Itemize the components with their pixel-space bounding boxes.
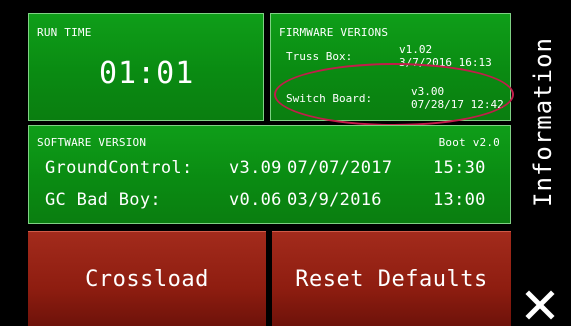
gcbb-date: 03/9/2016 [287,190,382,210]
software-label: SOFTWARE VERSION [37,136,147,149]
run-time-panel: RUN TIME 01:01 [28,13,264,121]
information-title: Information [529,37,557,207]
switch-board-highlight-ring [274,63,514,126]
gc-time: 15:30 [433,158,486,178]
truss-box-version: v1.02 [399,43,433,56]
close-icon-graphic [525,290,555,320]
gc-version: v3.09 [229,158,282,178]
run-time-label: RUN TIME [37,26,92,39]
run-time-value: 01:01 [99,56,195,91]
gc-name: GroundControl: [45,158,193,178]
software-panel: SOFTWARE VERSION Boot v2.0 GroundControl… [28,125,511,224]
reset-defaults-button[interactable]: Reset Defaults [272,231,511,326]
screen: RUN TIME 01:01 FIRMWARE VERIONS Truss Bo… [24,9,571,326]
boot-version: Boot v2.0 [438,136,500,149]
gc-date: 07/07/2017 [287,158,393,178]
crossload-button[interactable]: Crossload [28,231,266,326]
firmware-label: FIRMWARE VERIONS [279,26,389,39]
gcbb-version: v0.06 [229,190,282,210]
close-icon[interactable] [525,290,555,320]
gcbb-name: GC Bad Boy: [45,190,161,210]
gcbb-time: 13:00 [433,190,486,210]
truss-box-label: Truss Box: [286,50,353,63]
